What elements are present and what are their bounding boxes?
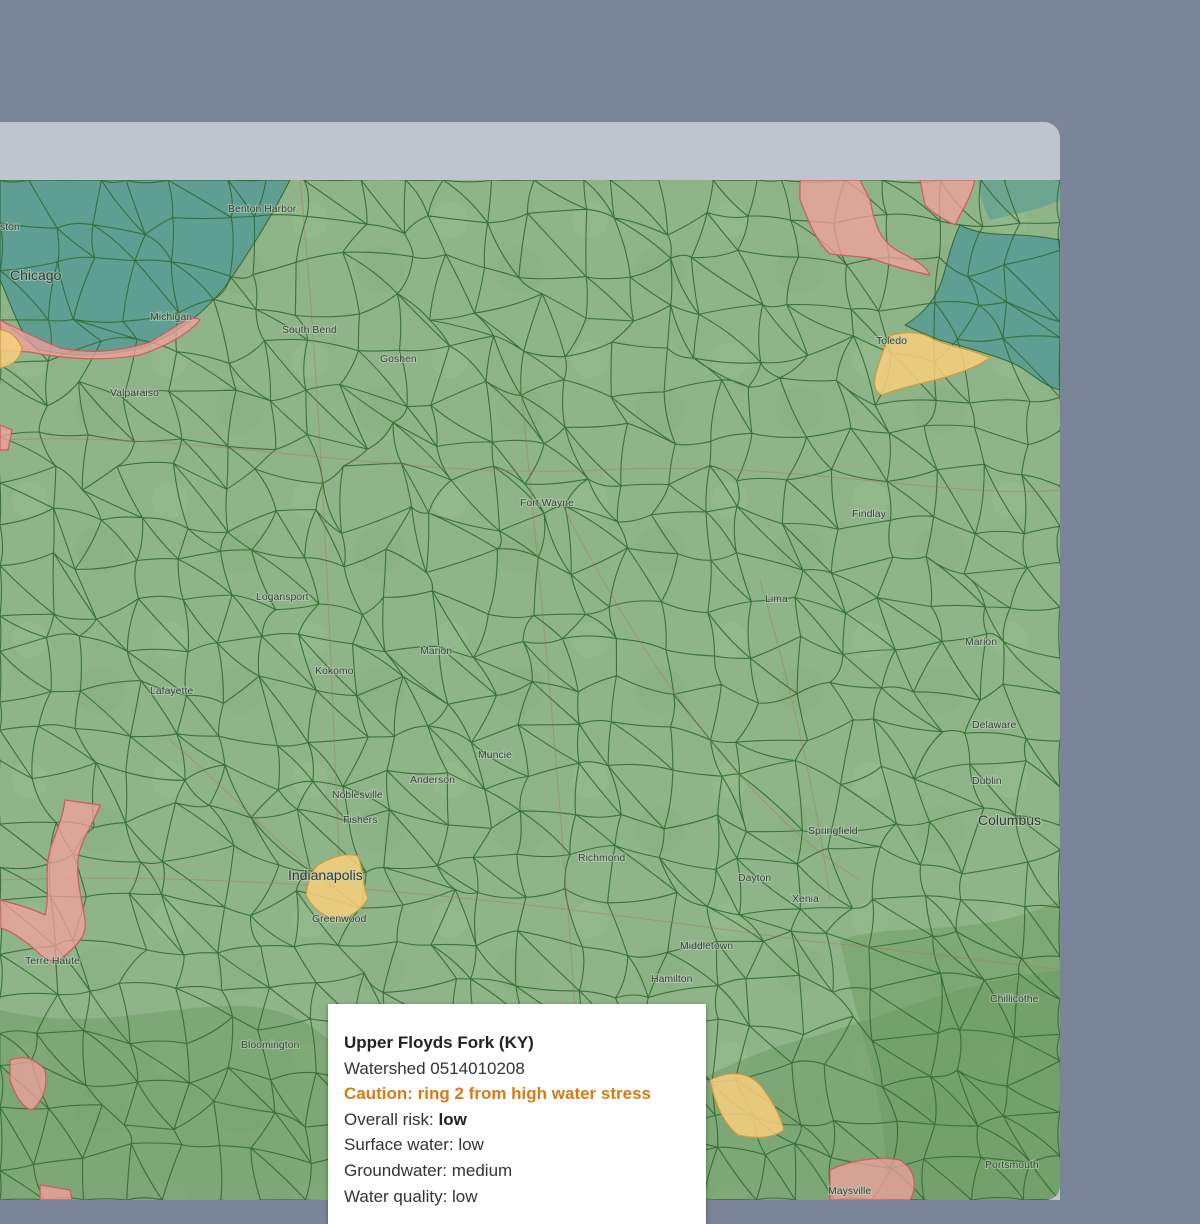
popup-water-quality: Water quality: low	[344, 1186, 478, 1206]
popup-title: Upper Floyds Fork (KY)	[344, 1033, 534, 1052]
place-label: Muncie	[478, 749, 512, 761]
place-label: Fort Wayne	[520, 497, 574, 509]
place-label: Columbus	[978, 812, 1041, 828]
place-label: Benton Harbor	[228, 203, 297, 215]
popup-caution: Caution: ring 2 from high water stress	[344, 1084, 651, 1104]
place-label: Portsmouth	[985, 1159, 1039, 1171]
place-label: Richmond	[578, 852, 625, 864]
place-label: Michigan	[150, 311, 192, 323]
place-label: Marion	[965, 636, 997, 648]
place-label: Dublin	[972, 775, 1002, 787]
place-label: Anderson	[410, 774, 455, 786]
place-label: Toledo	[876, 335, 907, 347]
place-label: South Bend	[282, 324, 337, 336]
place-label: ston	[0, 221, 20, 233]
place-label: Bloomington	[241, 1039, 300, 1051]
place-label: Valparaiso	[110, 387, 159, 399]
place-label: Chicago	[10, 267, 62, 283]
place-label: Logansport	[256, 591, 309, 603]
place-label: Terre Haute	[25, 955, 80, 967]
overall-risk-label: Overall risk:	[344, 1109, 434, 1129]
place-label: Springfield	[808, 825, 858, 837]
popup-groundwater: Groundwater: medium	[344, 1160, 513, 1180]
popup-watershed-id: Watershed 0514010208	[344, 1058, 525, 1078]
place-label: Greenwood	[312, 913, 366, 925]
place-label: Dayton	[738, 872, 771, 884]
place-label: Middletown	[680, 940, 733, 952]
place-label: Lafayette	[150, 685, 193, 697]
place-label: Lima	[765, 593, 788, 605]
place-label: Indianapolis	[288, 867, 363, 883]
place-label: Xenia	[792, 893, 819, 905]
place-label: Noblesville	[332, 789, 383, 801]
place-label: Findlay	[852, 508, 887, 520]
overall-risk-value: low	[438, 1109, 467, 1129]
place-label: Goshen	[380, 353, 417, 365]
place-label: Chillicothe	[990, 993, 1039, 1005]
place-label: Marion	[420, 645, 452, 657]
popup-surface-water: Surface water: low	[344, 1135, 484, 1155]
popup-overall-risk: Overall risk: low	[344, 1107, 706, 1133]
place-label: Kokomo	[315, 665, 354, 677]
place-label: Delaware	[972, 719, 1017, 731]
place-label: Hamilton	[651, 973, 693, 985]
place-label: Fishers	[343, 814, 377, 826]
place-label: Maysville	[828, 1185, 871, 1197]
watershed-popup: Upper Floyds Fork (KY) Watershed 0514010…	[328, 1004, 706, 1224]
